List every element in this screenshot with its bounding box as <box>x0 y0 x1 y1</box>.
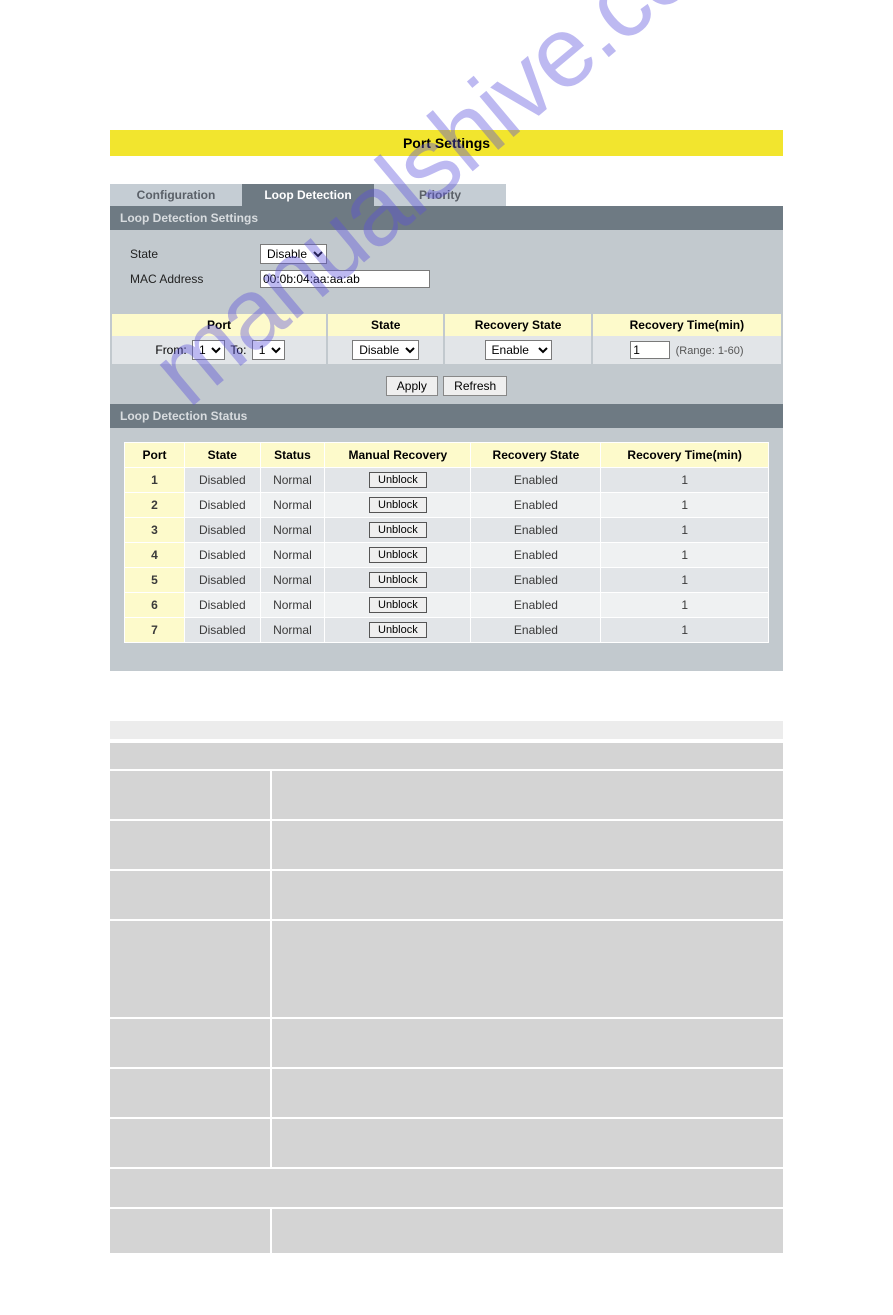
table-row: 1DisabledNormalUnblockEnabled1 <box>125 468 769 493</box>
state-cell: Disabled <box>185 468 261 493</box>
recovery-time-cell: 1 <box>601 593 769 618</box>
status-col-manual: Manual Recovery <box>325 443 471 468</box>
recovery-state-cell: Enabled <box>471 543 601 568</box>
status-cell: Normal <box>260 493 325 518</box>
state-cell: Disabled <box>185 543 261 568</box>
tab-priority[interactable]: Priority <box>374 184 506 206</box>
status-col-recstate: Recovery State <box>471 443 601 468</box>
unblock-button[interactable]: Unblock <box>369 472 427 488</box>
config-table: Port State Recovery State Recovery Time(… <box>110 314 783 364</box>
port-cell: 2 <box>125 493 185 518</box>
status-cell: Normal <box>260 518 325 543</box>
mac-label: MAC Address <box>130 272 260 286</box>
col-recovery-state-header: Recovery State <box>445 314 590 336</box>
recovery-state-cell: Enabled <box>471 593 601 618</box>
state-cell: Disabled <box>185 568 261 593</box>
manual-recovery-cell: Unblock <box>325 468 471 493</box>
recovery-state-cell: Enable Disable <box>445 336 590 364</box>
refresh-button[interactable]: Refresh <box>443 376 507 396</box>
unblock-button[interactable]: Unblock <box>369 522 427 538</box>
manual-recovery-cell: Unblock <box>325 543 471 568</box>
recovery-time-cell: 1 <box>601 568 769 593</box>
state-select[interactable]: Disable Enable <box>260 244 327 264</box>
mac-input[interactable] <box>260 270 430 288</box>
table-row: 3DisabledNormal Unblock Enabled1 <box>125 518 769 543</box>
port-cell: 7 <box>125 618 185 643</box>
apply-button[interactable]: Apply <box>386 376 438 396</box>
col-recovery-time-header: Recovery Time(min) <box>593 314 781 336</box>
recovery-time-cell: (Range: 1-60) <box>593 336 781 364</box>
recovery-state-cell: Enabled <box>471 468 601 493</box>
status-header: Loop Detection Status <box>110 404 783 428</box>
recovery-time-cell: 1 <box>601 468 769 493</box>
page-title: Port Settings <box>110 130 783 156</box>
col-port-header: Port <box>112 314 326 336</box>
state-label: State <box>130 247 260 261</box>
port-range-cell: From: 1234567 To: 1234567 <box>112 336 326 364</box>
button-row: Apply Refresh <box>110 376 783 396</box>
recovery-time-cell: 1 <box>601 493 769 518</box>
unblock-button[interactable]: Unblock <box>369 622 427 638</box>
port-cell: 6 <box>125 593 185 618</box>
tab-loop-detection[interactable]: Loop Detection <box>242 184 374 206</box>
port-to-select[interactable]: 1234567 <box>252 340 285 360</box>
main-panel: Loop Detection Settings State Disable En… <box>110 206 783 671</box>
status-cell: Normal <box>260 618 325 643</box>
manual-recovery-cell: Unblock <box>325 593 471 618</box>
state-cell: Disable Enable <box>328 336 443 364</box>
unblock-button[interactable]: Unblock <box>369 497 427 513</box>
recovery-state-cell: Enabled <box>471 493 601 518</box>
tab-configuration[interactable]: Configuration <box>110 184 242 206</box>
manual-recovery-cell: Unblock <box>325 618 471 643</box>
settings-header: Loop Detection Settings <box>110 206 783 230</box>
tab-bar: Configuration Loop Detection Priority <box>110 184 783 206</box>
recovery-state-cell: Enabled <box>471 518 601 543</box>
port-from-select[interactable]: 1234567 <box>192 340 225 360</box>
recovery-time-cell: 1 <box>601 618 769 643</box>
recovery-state-select[interactable]: Enable Disable <box>485 340 552 360</box>
table-row: 4DisabledNormal Unblock Enabled1 <box>125 543 769 568</box>
status-cell: Normal <box>260 593 325 618</box>
unblock-button[interactable]: Unblock <box>369 547 427 563</box>
table-row: 5DisabledNormal Unblock Enabled1 <box>125 568 769 593</box>
col-state-header: State <box>328 314 443 336</box>
recovery-state-cell: Enabled <box>471 568 601 593</box>
recovery-time-cell: 1 <box>601 543 769 568</box>
settings-block: State Disable Enable MAC Address <box>110 230 783 310</box>
status-cell: Normal <box>260 543 325 568</box>
unblock-button[interactable]: Unblock <box>369 572 427 588</box>
status-col-port: Port <box>125 443 185 468</box>
status-cell: Normal <box>260 468 325 493</box>
recovery-time-cell: 1 <box>601 518 769 543</box>
recovery-state-cell: Enabled <box>471 618 601 643</box>
port-state-select[interactable]: Disable Enable <box>352 340 419 360</box>
manual-recovery-cell: Unblock <box>325 493 471 518</box>
status-col-rectime: Recovery Time(min) <box>601 443 769 468</box>
description-section <box>0 711 893 1315</box>
state-cell: Disabled <box>185 493 261 518</box>
manual-recovery-cell: Unblock <box>325 568 471 593</box>
recovery-time-range: (Range: 1-60) <box>676 345 744 357</box>
state-cell: Disabled <box>185 593 261 618</box>
status-table: Port State Status Manual Recovery Recove… <box>124 442 769 643</box>
status-col-state: State <box>185 443 261 468</box>
manual-recovery-cell: Unblock <box>325 518 471 543</box>
port-cell: 1 <box>125 468 185 493</box>
port-to-label: To: <box>230 343 246 357</box>
state-cell: Disabled <box>185 618 261 643</box>
table-row: 6DisabledNormal Unblock Enabled1 <box>125 593 769 618</box>
recovery-time-input[interactable] <box>630 341 670 359</box>
state-cell: Disabled <box>185 518 261 543</box>
port-cell: 3 <box>125 518 185 543</box>
unblock-button[interactable]: Unblock <box>369 597 427 613</box>
port-cell: 4 <box>125 543 185 568</box>
status-col-status: Status <box>260 443 325 468</box>
table-row: 7DisabledNormal Unblock Enabled1 <box>125 618 769 643</box>
table-row: 2DisabledNormal Unblock Enabled1 <box>125 493 769 518</box>
port-cell: 5 <box>125 568 185 593</box>
status-cell: Normal <box>260 568 325 593</box>
port-from-label: From: <box>155 343 186 357</box>
